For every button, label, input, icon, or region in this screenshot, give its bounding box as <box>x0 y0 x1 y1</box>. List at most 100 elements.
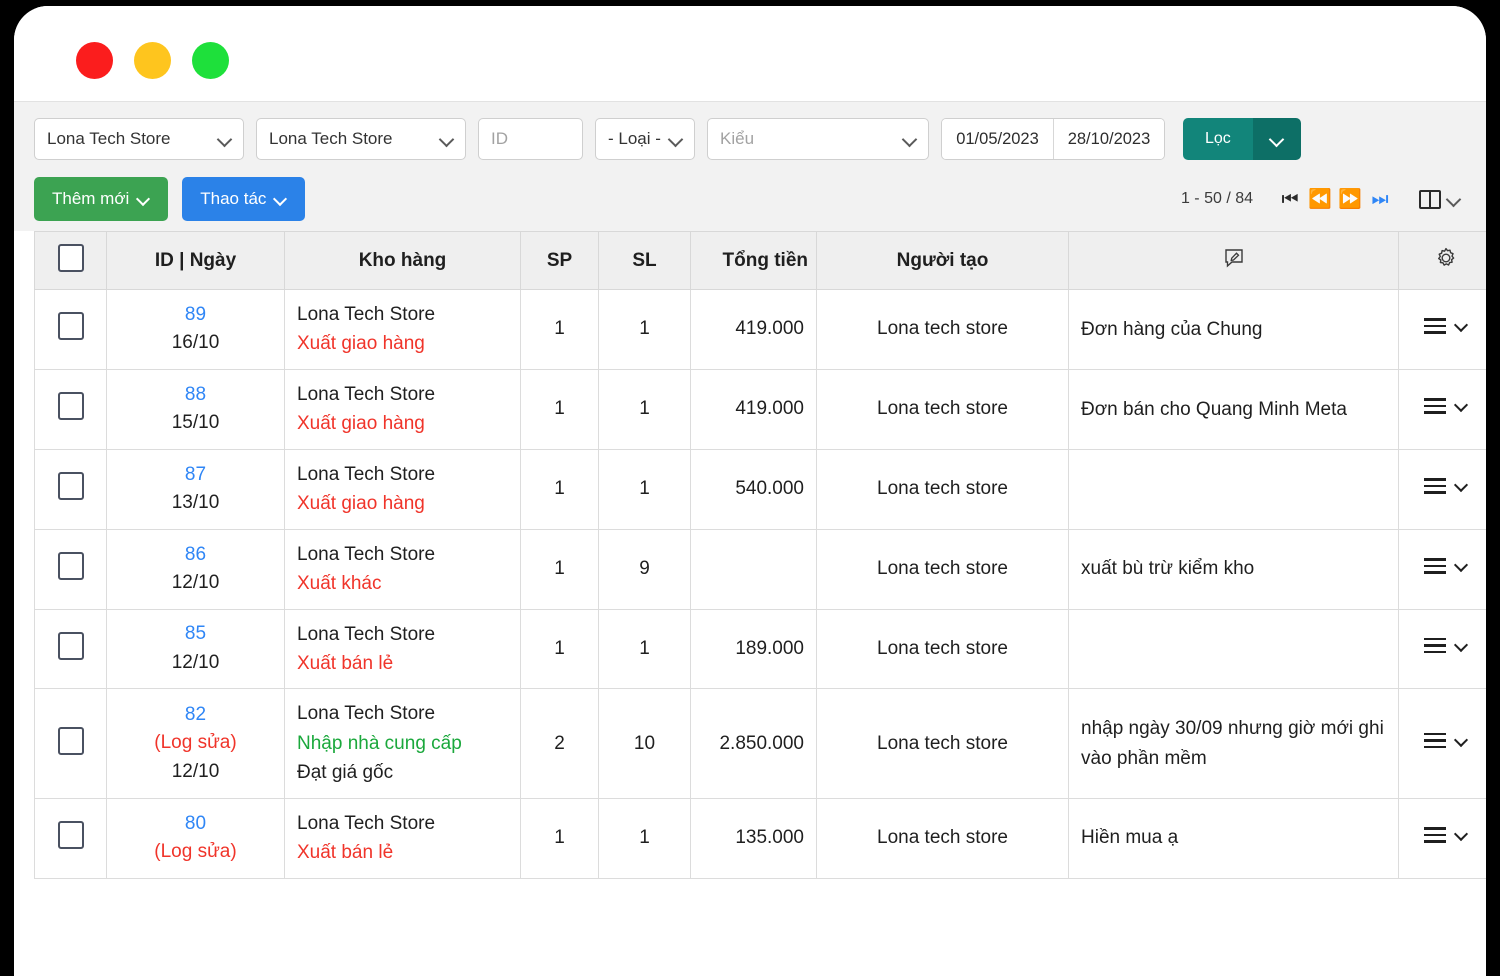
row-warehouse-extra: Đạt giá gốc <box>297 758 508 787</box>
row-actions-cell <box>1399 689 1487 798</box>
window-title-bar <box>14 6 1486 102</box>
store-select-secondary[interactable]: Lona Tech Store <box>256 118 466 160</box>
table-row[interactable]: 8916/10Lona Tech StoreXuất giao hàng1141… <box>35 290 1487 370</box>
row-log-label: (Log sửa) <box>119 838 272 867</box>
row-note[interactable]: nhập ngày 30/09 nhưng giờ mới ghi vào ph… <box>1069 689 1399 798</box>
hamburger-menu-icon <box>1424 318 1446 334</box>
header-note[interactable] <box>1069 232 1399 290</box>
row-creator: Lona tech store <box>817 449 1069 529</box>
row-warehouse-cell: Lona Tech StoreXuất khác <box>285 529 521 609</box>
row-note[interactable]: Đơn bán cho Quang Minh Meta <box>1069 369 1399 449</box>
id-search-input[interactable]: ID <box>478 118 583 160</box>
row-checkbox[interactable] <box>58 392 84 420</box>
filter-button[interactable]: Lọc <box>1183 118 1253 160</box>
row-id-link[interactable]: 89 <box>119 301 272 330</box>
row-transaction-type: Xuất bán lẻ <box>297 838 508 867</box>
row-checkbox[interactable] <box>58 472 84 500</box>
row-date: 12/10 <box>119 758 272 787</box>
header-sl[interactable]: SL <box>599 232 691 290</box>
minimize-window-button[interactable] <box>134 42 171 79</box>
row-note[interactable] <box>1069 609 1399 689</box>
row-action-menu-button[interactable] <box>1424 478 1468 494</box>
row-transaction-type: Xuất bán lẻ <box>297 649 508 678</box>
table-row[interactable]: 8815/10Lona Tech StoreXuất giao hàng1141… <box>35 369 1487 449</box>
row-sp: 1 <box>521 609 599 689</box>
column-layout-icon <box>1419 190 1441 209</box>
last-page-icon[interactable]: ⏭ <box>1365 184 1395 214</box>
chevron-down-icon <box>904 133 916 145</box>
kind-select-placeholder: Kiểu <box>720 129 754 149</box>
row-action-menu-button[interactable] <box>1424 558 1468 574</box>
previous-page-icon[interactable]: ⏪ <box>1305 184 1335 214</box>
maximize-window-button[interactable] <box>192 42 229 79</box>
header-id-date[interactable]: ID | Ngày <box>107 232 285 290</box>
row-action-menu-button[interactable] <box>1424 318 1468 334</box>
row-creator: Lona tech store <box>817 369 1069 449</box>
row-id-link[interactable]: 87 <box>119 461 272 490</box>
filter-button-group: Lọc <box>1183 118 1301 160</box>
row-action-menu-button[interactable] <box>1424 733 1468 749</box>
row-date: 16/10 <box>119 329 272 358</box>
type-select[interactable]: - Loại - <box>595 118 695 160</box>
row-creator: Lona tech store <box>817 529 1069 609</box>
table-row[interactable]: 8512/10Lona Tech StoreXuất bán lẻ11189.0… <box>35 609 1487 689</box>
row-action-menu-button[interactable] <box>1424 398 1468 414</box>
close-window-button[interactable] <box>76 42 113 79</box>
row-checkbox[interactable] <box>58 632 84 660</box>
hamburger-menu-icon <box>1424 398 1446 414</box>
store-select-primary[interactable]: Lona Tech Store <box>34 118 244 160</box>
row-action-menu-button[interactable] <box>1424 827 1468 843</box>
table-row[interactable]: 82(Log sửa)12/10Lona Tech StoreNhập nhà … <box>35 689 1487 798</box>
add-new-button[interactable]: Thêm mới <box>34 177 168 221</box>
row-actions-cell <box>1399 798 1487 878</box>
row-id-link[interactable]: 82 <box>119 701 272 730</box>
header-creator[interactable]: Người tạo <box>817 232 1069 290</box>
row-note[interactable]: Hiền mua ạ <box>1069 798 1399 878</box>
row-note-text: xuất bù trừ kiểm kho <box>1081 558 1254 579</box>
row-total: 189.000 <box>691 609 817 689</box>
column-layout-button[interactable] <box>1419 190 1460 209</box>
row-note[interactable]: Đơn hàng của Chung <box>1069 290 1399 370</box>
header-settings[interactable] <box>1399 232 1487 290</box>
row-note[interactable] <box>1069 449 1399 529</box>
header-sp[interactable]: SP <box>521 232 599 290</box>
data-table-container: ID | Ngày Kho hàng SP SL Tổng tiền Người… <box>14 231 1486 879</box>
row-checkbox[interactable] <box>58 312 84 340</box>
row-action-menu-button[interactable] <box>1424 638 1468 654</box>
row-id-link[interactable]: 86 <box>119 541 272 570</box>
table-row[interactable]: 8713/10Lona Tech StoreXuất giao hàng1154… <box>35 449 1487 529</box>
row-id-link[interactable]: 85 <box>119 620 272 649</box>
filter-dropdown-button[interactable] <box>1253 118 1301 160</box>
row-actions-cell <box>1399 290 1487 370</box>
header-warehouse[interactable]: Kho hàng <box>285 232 521 290</box>
table-row[interactable]: 8612/10Lona Tech StoreXuất khác19Lona te… <box>35 529 1487 609</box>
chevron-down-icon <box>1456 320 1468 332</box>
row-checkbox[interactable] <box>58 727 84 755</box>
next-page-icon[interactable]: ⏩ <box>1335 184 1365 214</box>
row-note[interactable]: xuất bù trừ kiểm kho <box>1069 529 1399 609</box>
date-to-input[interactable]: 28/10/2023 <box>1053 119 1164 159</box>
kind-select[interactable]: Kiểu <box>707 118 929 160</box>
row-total: 419.000 <box>691 290 817 370</box>
row-checkbox[interactable] <box>58 821 84 849</box>
row-select-cell <box>35 609 107 689</box>
row-sp: 1 <box>521 369 599 449</box>
row-select-cell <box>35 798 107 878</box>
operations-button[interactable]: Thao tác <box>182 177 305 221</box>
header-total[interactable]: Tổng tiền <box>691 232 817 290</box>
row-warehouse-name: Lona Tech Store <box>297 809 508 838</box>
row-transaction-type: Xuất khác <box>297 569 508 598</box>
operations-label: Thao tác <box>200 189 266 209</box>
table-row[interactable]: 80(Log sửa)Lona Tech StoreXuất bán lẻ111… <box>35 798 1487 878</box>
row-select-cell <box>35 689 107 798</box>
row-id-link[interactable]: 88 <box>119 381 272 410</box>
chevron-down-icon <box>138 193 150 205</box>
first-page-icon[interactable]: ⏮ <box>1275 184 1305 214</box>
row-date: 12/10 <box>119 649 272 678</box>
row-id-link[interactable]: 80 <box>119 810 272 839</box>
row-checkbox[interactable] <box>58 552 84 580</box>
row-date: 13/10 <box>119 489 272 518</box>
select-all-checkbox[interactable] <box>58 244 84 272</box>
hamburger-menu-icon <box>1424 827 1446 843</box>
date-from-input[interactable]: 01/05/2023 <box>942 119 1053 159</box>
